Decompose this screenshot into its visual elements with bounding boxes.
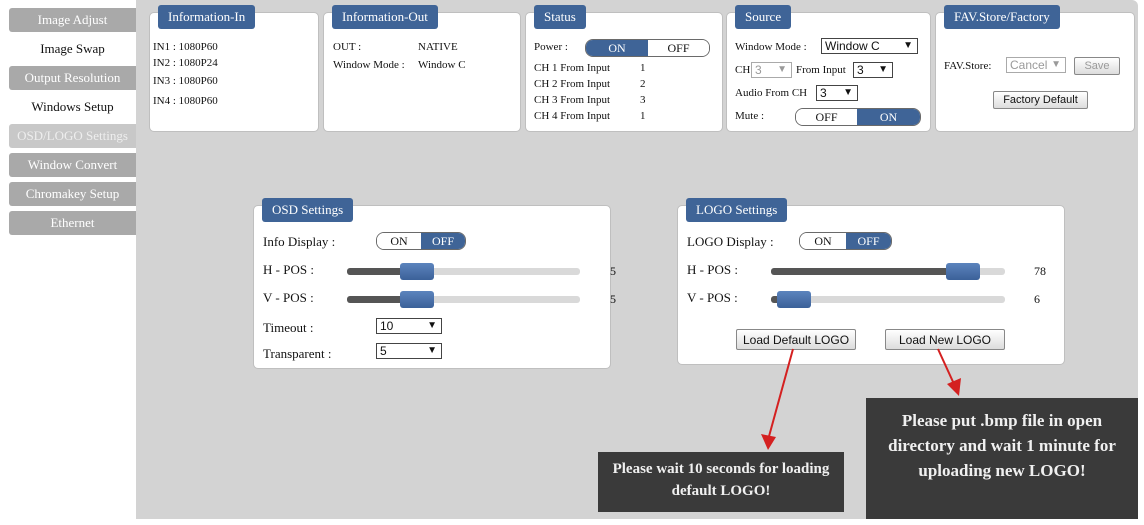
- sidebar-item-label: Image Swap: [40, 41, 105, 56]
- sidebar-item-osd-logo-settings[interactable]: OSD/LOGO Settings: [9, 124, 136, 148]
- app-window: Image Adjust Image Swap Output Resolutio…: [0, 0, 1144, 525]
- sidebar-item-image-adjust[interactable]: Image Adjust: [9, 8, 136, 32]
- sidebar-item-label: Windows Setup: [31, 99, 114, 114]
- sidebar-item-label: Chromakey Setup: [25, 186, 120, 201]
- sidebar-item-output-resolution[interactable]: Output Resolution: [9, 66, 136, 90]
- sidebar-item-chromakey-setup[interactable]: Chromakey Setup: [9, 182, 136, 206]
- sidebar-item-window-convert[interactable]: Window Convert: [9, 153, 136, 177]
- sidebar-item-label: Ethernet: [50, 215, 95, 230]
- arrow-to-default-note: [761, 348, 794, 450]
- sidebar-item-label: Output Resolution: [24, 70, 121, 85]
- main-content: Information-In IN1 : 1080P60 IN2 : 1080P…: [136, 0, 1138, 519]
- note-default-logo: Please wait 10 seconds for loading defau…: [598, 452, 844, 512]
- sidebar-item-ethernet[interactable]: Ethernet: [9, 211, 136, 235]
- sidebar-item-label: Image Adjust: [37, 12, 108, 27]
- arrow-to-new-note: [937, 348, 961, 396]
- sidebar: Image Adjust Image Swap Output Resolutio…: [9, 8, 136, 240]
- sidebar-item-label: OSD/LOGO Settings: [17, 128, 128, 143]
- note-new-logo: Please put .bmp file in open directory a…: [866, 398, 1138, 519]
- sidebar-item-windows-setup[interactable]: Windows Setup: [9, 95, 136, 119]
- sidebar-item-label: Window Convert: [27, 157, 118, 172]
- sidebar-item-image-swap[interactable]: Image Swap: [9, 37, 136, 61]
